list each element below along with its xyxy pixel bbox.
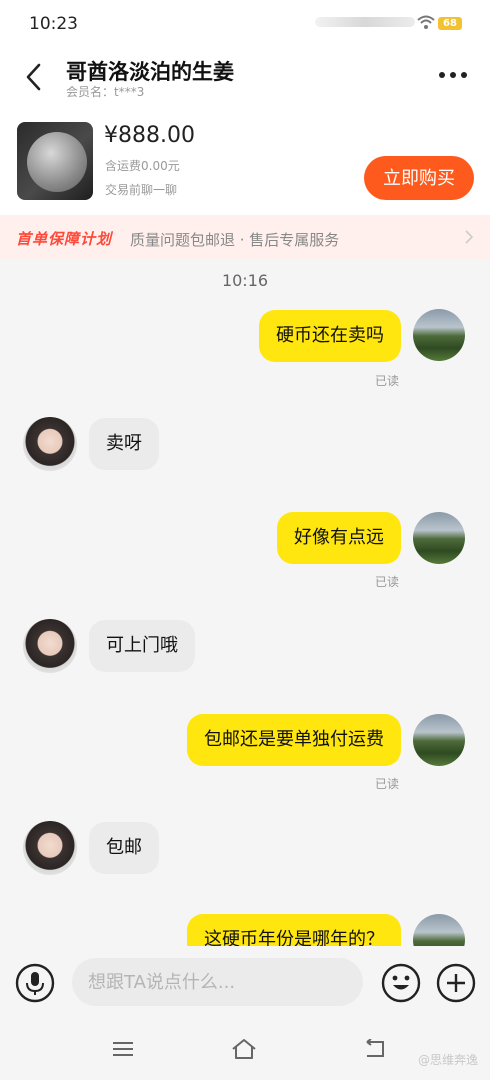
read-status: 已读 [375,374,400,388]
product-card[interactable]: ¥888.00 含运费0.00元 交易前聊一聊 立即购买 [0,114,490,215]
nav-bar: 哥酋洛淡泊的生姜 会员名：t***3 [0,44,490,114]
more-dot [439,72,445,78]
message-bubble-sent[interactable]: 好像有点远 [277,512,401,564]
menu-icon[interactable] [112,1041,134,1057]
read-status: 已读 [375,575,400,589]
message-bubble-received[interactable]: 卖呀 [89,418,159,470]
more-dot [461,72,467,78]
system-nav-bar: @思维奔逸 [0,1018,490,1080]
contact-avatar[interactable] [23,417,77,471]
chat-hint: 交易前聊一聊 [105,183,178,197]
battery-indicator: 68 [438,17,462,30]
more-dot [450,72,456,78]
chevron-right-icon [465,230,474,244]
protection-text: 质量问题包邮退 · 售后专属服务 [130,231,340,249]
wifi-icon [417,15,435,29]
home-icon[interactable] [231,1038,257,1060]
message-bubble-received[interactable]: 可上门哦 [89,620,195,672]
chat-title: 哥酋洛淡泊的生姜 [66,60,234,84]
mic-icon[interactable] [15,963,55,1003]
message-input[interactable] [72,958,363,1006]
input-bar [0,946,490,1018]
contact-avatar[interactable] [23,821,77,875]
my-avatar[interactable] [413,714,465,766]
top-panel: 10:23 68 哥酋洛淡泊的生姜 会员名：t***3 ¥888.00 含运费0… [0,0,490,215]
contact-avatar[interactable] [23,619,77,673]
watermark: @思维奔逸 [418,1053,479,1067]
emoji-icon[interactable] [381,963,421,1003]
product-price: ¥888.00 [104,123,195,148]
chat-timestamp: 10:16 [221,271,269,290]
back-arrow-icon[interactable] [18,60,52,94]
back-icon[interactable] [363,1039,387,1059]
plus-icon[interactable] [436,963,476,1003]
status-bar: 10:23 68 [0,0,490,44]
coin-image [27,132,87,192]
my-avatar[interactable] [413,309,465,361]
buy-now-button[interactable]: 立即购买 [364,156,474,200]
message-bubble-received[interactable]: 包邮 [89,822,159,874]
message-bubble-sent[interactable]: 硬币还在卖吗 [259,310,401,362]
protection-banner[interactable]: 首单保障计划 质量问题包邮退 · 售后专属服务 [0,215,490,259]
status-blurred-area [315,17,415,27]
read-status: 已读 [375,777,400,791]
member-name: 会员名：t***3 [66,85,145,99]
message-bubble-sent[interactable]: 包邮还是要单独付运费 [187,714,401,766]
shipping-fee: 含运费0.00元 [105,159,180,173]
product-thumbnail[interactable] [17,122,93,200]
my-avatar[interactable] [413,512,465,564]
protection-tag: 首单保障计划 [16,230,113,248]
more-icon[interactable] [436,68,470,82]
status-time: 10:23 [29,14,78,34]
